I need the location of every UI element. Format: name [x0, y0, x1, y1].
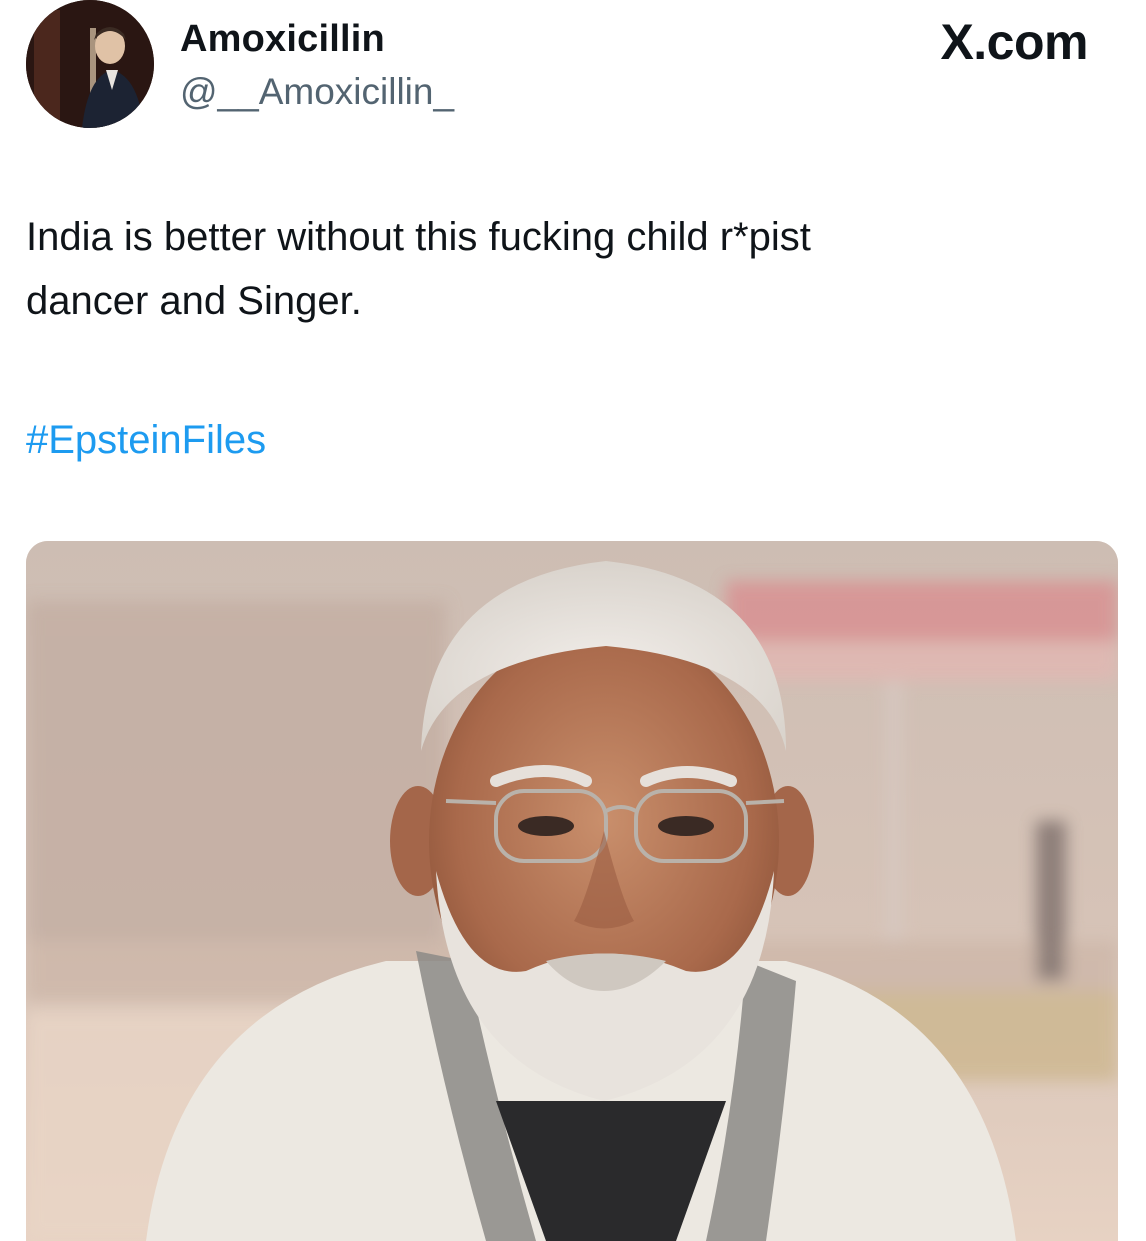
tweet-media-photo[interactable]: [26, 541, 1118, 1241]
display-name[interactable]: Amoxicillin: [180, 17, 385, 61]
tweet-text-line: dancer and Singer.: [26, 279, 362, 323]
x-logo: X.com: [940, 14, 1088, 70]
avatar[interactable]: [26, 0, 154, 128]
media-image: [26, 541, 1118, 1241]
tweet-text: India is better without this fucking chi…: [26, 205, 1116, 333]
user-handle[interactable]: @__Amoxicillin_: [180, 70, 454, 114]
tweet-text-line: India is better without this fucking chi…: [26, 215, 811, 259]
tweet-card: Amoxicillin @__Amoxicillin_ X.com India …: [0, 0, 1146, 1241]
avatar-image: [26, 0, 154, 128]
hashtag-link[interactable]: #EpsteinFiles: [26, 408, 266, 472]
